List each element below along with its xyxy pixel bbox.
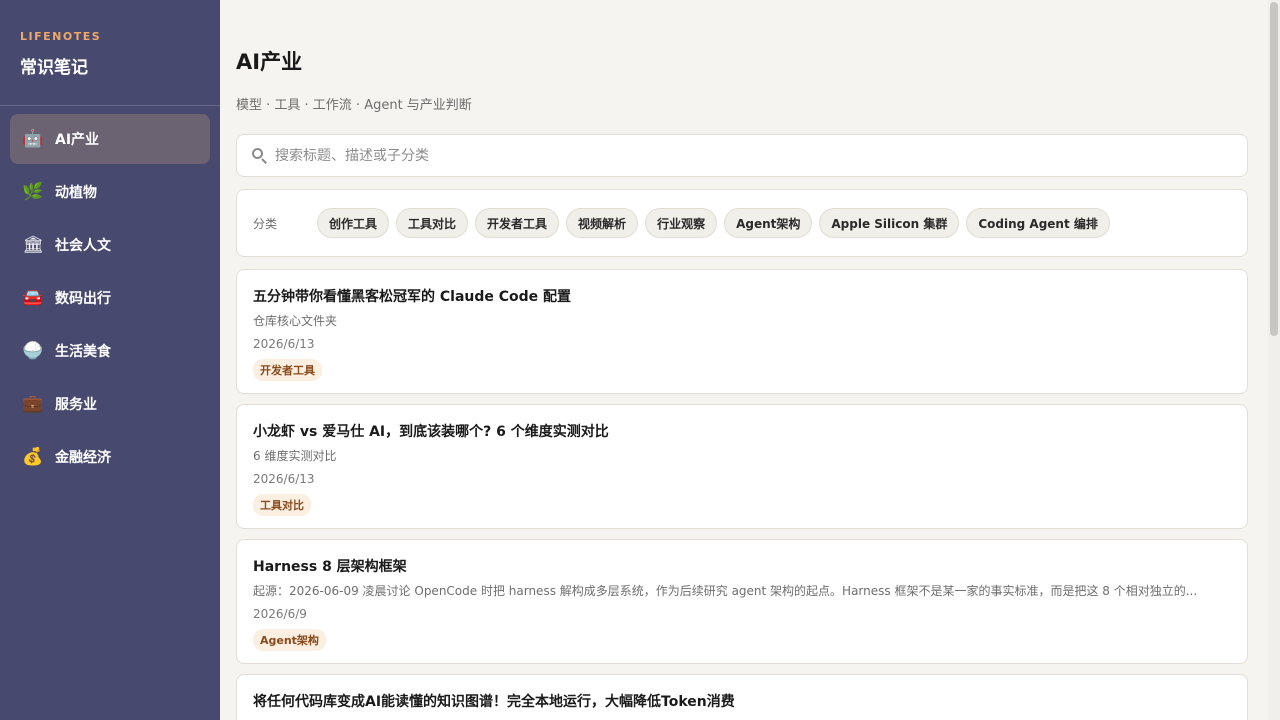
search-box[interactable] xyxy=(236,134,1248,177)
briefcase-icon: 💼 xyxy=(22,394,44,414)
note-tag: 工具对比 xyxy=(253,494,311,516)
main-content: AI产业 模型 · 工具 · 工作流 · Agent 与产业判断 分类 创作工具… xyxy=(220,0,1280,720)
brand-title: 常识笔记 xyxy=(20,58,88,78)
sidebar-item-label: 生活美食 xyxy=(55,344,111,360)
note-title: Harness 8 层架构框架 xyxy=(253,559,407,575)
sidebar-item-label: 动植物 xyxy=(55,185,97,201)
category-chip[interactable]: 行业观察 xyxy=(645,208,718,238)
note-tag: Agent架构 xyxy=(253,629,326,651)
sidebar-nav: 🤖 AI产业 🌿 动植物 🏛 社会人文 🚘 数码出行 🍚 生活美食 💼 服务业 … xyxy=(0,106,220,493)
note-date: 2026/6/13 xyxy=(253,337,315,351)
note-description: 仓库核心文件夹 xyxy=(253,314,338,328)
sidebar-item-flora-fauna[interactable]: 🌿 动植物 xyxy=(10,167,210,217)
brand: LIFENOTES 常识笔记 xyxy=(0,0,220,106)
category-chip[interactable]: Agent架构 xyxy=(724,208,813,238)
scrollbar[interactable] xyxy=(1268,0,1280,720)
sidebar-item-label: AI产业 xyxy=(55,132,100,148)
note-date: 2026/6/9 xyxy=(253,607,307,621)
category-chip[interactable]: 视频解析 xyxy=(566,208,639,238)
page-subtitle: 模型 · 工具 · 工作流 · Agent 与产业判断 xyxy=(236,98,472,113)
sidebar-item-label: 服务业 xyxy=(55,397,97,413)
sidebar-item-ai-industry[interactable]: 🤖 AI产业 xyxy=(10,114,210,164)
rice-bowl-icon: 🍚 xyxy=(22,341,44,361)
sidebar-item-humanities[interactable]: 🏛 社会人文 xyxy=(10,220,210,270)
app-root: LIFENOTES 常识笔记 🤖 AI产业 🌿 动植物 🏛 社会人文 🚘 数码出… xyxy=(0,0,1280,720)
note-title: 小龙虾 vs 爱马仕 AI，到底该装哪个? 6 个维度实测对比 xyxy=(253,424,609,440)
car-icon: 🚘 xyxy=(22,288,44,308)
sidebar-item-label: 金融经济 xyxy=(55,450,111,466)
sidebar: LIFENOTES 常识笔记 🤖 AI产业 🌿 动植物 🏛 社会人文 🚘 数码出… xyxy=(0,0,220,720)
robot-icon: 🤖 xyxy=(22,129,44,149)
note-date: 2026/6/13 xyxy=(253,472,315,486)
note-card[interactable]: 将任何代码库变成AI能读懂的知识图谱！完全本地运行，大幅降低Token消费 xyxy=(236,674,1248,720)
category-chip[interactable]: 工具对比 xyxy=(396,208,469,238)
sidebar-item-services[interactable]: 💼 服务业 xyxy=(10,379,210,429)
category-chips: 创作工具 工具对比 开发者工具 视频解析 行业观察 Agent架构 Apple … xyxy=(317,208,1110,238)
sidebar-item-label: 社会人文 xyxy=(55,238,111,254)
category-chip[interactable]: Apple Silicon 集群 xyxy=(819,208,960,238)
page-title: AI产业 xyxy=(236,50,303,74)
search-input[interactable] xyxy=(275,147,1233,164)
note-description: 6 维度实测对比 xyxy=(253,449,337,463)
note-card[interactable]: 五分钟带你看懂黑客松冠军的 Claude Code 配置 仓库核心文件夹 202… xyxy=(236,269,1248,394)
sidebar-item-food[interactable]: 🍚 生活美食 xyxy=(10,326,210,376)
category-label: 分类 xyxy=(253,216,278,231)
money-bag-icon: 💰 xyxy=(22,447,44,467)
note-title: 五分钟带你看懂黑客松冠军的 Claude Code 配置 xyxy=(253,289,572,305)
category-chip[interactable]: 创作工具 xyxy=(317,208,390,238)
sidebar-item-label: 数码出行 xyxy=(55,291,111,307)
note-description: 起源：2026-06-09 凌晨讨论 OpenCode 时把 harness 解… xyxy=(253,584,1198,598)
sidebar-item-finance[interactable]: 💰 金融经济 xyxy=(10,432,210,482)
note-tag: 开发者工具 xyxy=(253,359,322,381)
note-card[interactable]: 小龙虾 vs 爱马仕 AI，到底该装哪个? 6 个维度实测对比 6 维度实测对比… xyxy=(236,404,1248,529)
scrollbar-thumb[interactable] xyxy=(1270,2,1278,336)
category-filter-bar: 分类 创作工具 工具对比 开发者工具 视频解析 行业观察 Agent架构 App… xyxy=(236,189,1248,257)
category-chip[interactable]: Coding Agent 编排 xyxy=(966,208,1110,238)
category-chip[interactable]: 开发者工具 xyxy=(475,208,560,238)
brand-english: LIFENOTES xyxy=(20,30,102,43)
classical-building-icon: 🏛 xyxy=(22,235,44,255)
note-title: 将任何代码库变成AI能读懂的知识图谱！完全本地运行，大幅降低Token消费 xyxy=(253,694,735,710)
sidebar-item-digital-travel[interactable]: 🚘 数码出行 xyxy=(10,273,210,323)
note-card[interactable]: Harness 8 层架构框架 起源：2026-06-09 凌晨讨论 OpenC… xyxy=(236,539,1248,664)
herb-icon: 🌿 xyxy=(22,182,44,202)
search-icon xyxy=(251,147,269,165)
note-list: 五分钟带你看懂黑客松冠军的 Claude Code 配置 仓库核心文件夹 202… xyxy=(236,269,1248,720)
